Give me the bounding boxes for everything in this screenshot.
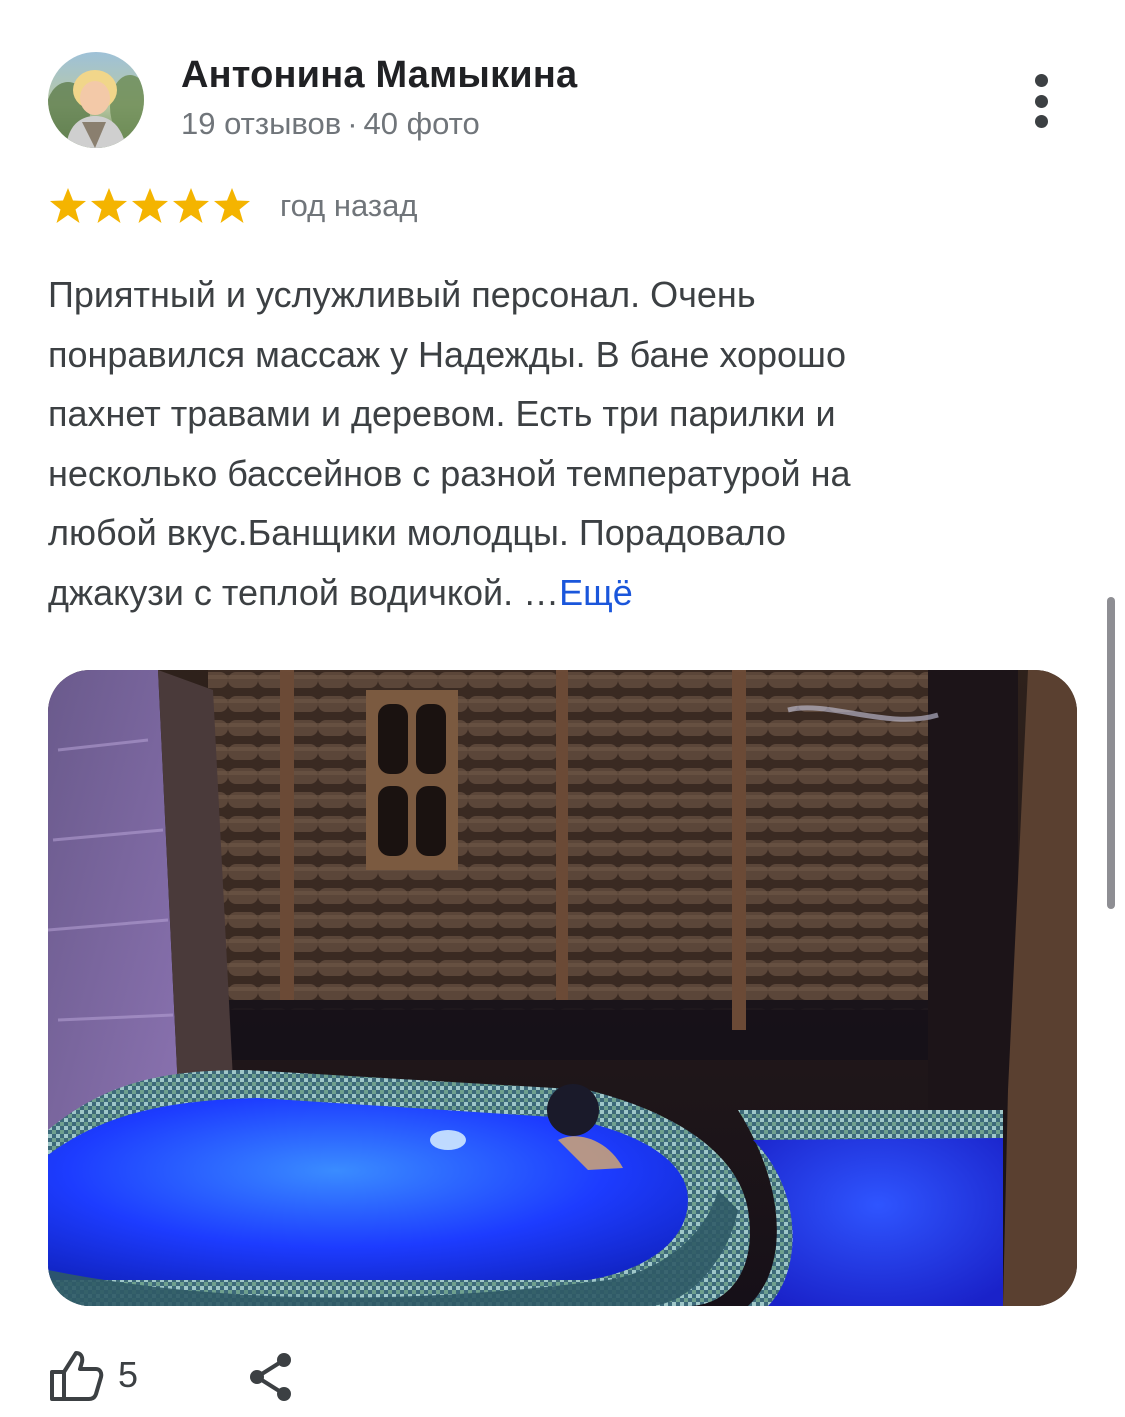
review-text: Приятный и услужливый персонал. Очень по… [48, 265, 1048, 622]
thumbs-up-icon [50, 1351, 104, 1401]
scrollbar-thumb[interactable] [1107, 597, 1115, 909]
review-text-line: понравился массаж у Надежды. В бане хоро… [48, 333, 846, 375]
menu-dot [1034, 74, 1048, 87]
more-vert-icon[interactable] [1016, 70, 1066, 132]
author-meta: 19 отзывов · 40 фото [181, 106, 480, 142]
review-text-line: Приятный и услужливый персонал. Очень [48, 274, 756, 315]
author-name[interactable]: Антонина Мамыкина [181, 54, 577, 97]
review-text-line: любой вкус.Банщики молодцы. Порадовало [48, 512, 787, 553]
star-icon [173, 188, 209, 223]
like-button[interactable]: 5 [48, 1345, 138, 1405]
review-photo[interactable] [48, 670, 1077, 1306]
review-text-last-line: джакузи с теплой водичкой. …Ещё [48, 563, 1048, 623]
star-rating [48, 186, 252, 226]
read-more-link[interactable]: Ещё [559, 572, 633, 613]
star-icon [214, 188, 250, 223]
review-date: год назад [280, 188, 418, 223]
share-glyph [250, 1353, 291, 1401]
menu-dot [1034, 115, 1048, 128]
author-avatar[interactable] [48, 52, 144, 148]
review-text-line: несколько бассейнов с разной температуро… [48, 452, 851, 494]
jacuzzi-photo-image [48, 670, 1077, 1306]
star-icon [132, 188, 168, 223]
like-count: 5 [118, 1354, 139, 1395]
menu-dot [1034, 94, 1048, 108]
star-icon [91, 188, 127, 223]
review-text-line: джакузи с теплой водичкой. … [48, 571, 560, 613]
user-photo-icon [48, 52, 144, 148]
meta-separator: · [347, 106, 358, 141]
rating-row: год назад [48, 185, 417, 227]
author-photos-count: 40 фото [363, 106, 480, 141]
share-icon[interactable] [244, 1350, 298, 1404]
review-text-line: пахнет травами и деревом. Есть три парил… [48, 393, 836, 434]
author-reviews-count: 19 отзывов [181, 106, 342, 141]
star-icon [50, 188, 86, 223]
